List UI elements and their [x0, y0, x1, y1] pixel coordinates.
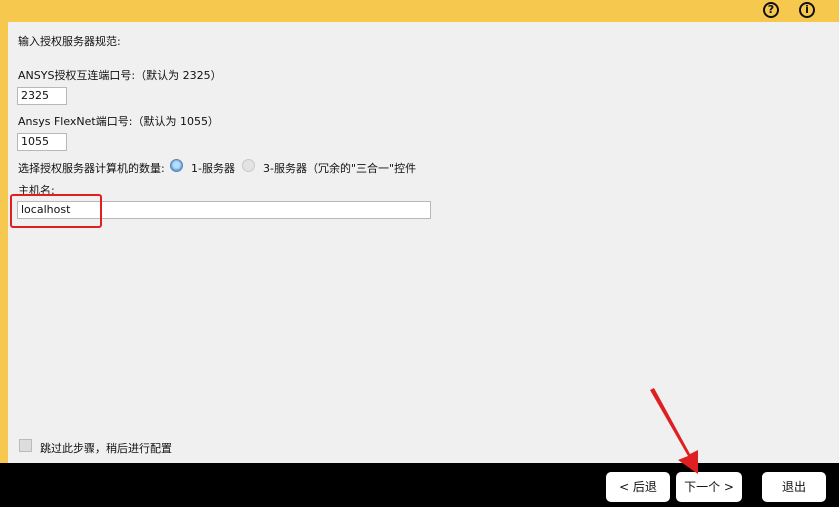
- ansys-port-label: ANSYS授权互连端口号:（默认为 2325）: [18, 69, 222, 82]
- hostname-highlight-box: [10, 194, 102, 228]
- ansys-port-input[interactable]: 2325: [17, 87, 67, 105]
- flexnet-port-label: Ansys FlexNet端口号:（默认为 1055）: [18, 115, 219, 128]
- exit-button[interactable]: 退出: [762, 472, 826, 502]
- back-button[interactable]: < 后退: [606, 472, 670, 502]
- red-arrow-annotation: [650, 388, 698, 474]
- server-count-label: 选择授权服务器计算机的数量:: [18, 162, 165, 175]
- skip-checkbox[interactable]: [19, 439, 32, 452]
- info-icon[interactable]: i: [799, 2, 815, 18]
- next-button[interactable]: 下一个 >: [676, 472, 742, 502]
- top-banner: ? i: [0, 0, 839, 22]
- flexnet-port-input[interactable]: 1055: [17, 133, 67, 151]
- radio-3-server[interactable]: [242, 159, 255, 172]
- radio-1-server-label[interactable]: 1-服务器: [191, 160, 235, 176]
- help-icon[interactable]: ?: [763, 2, 779, 18]
- wizard-content: [8, 22, 839, 463]
- left-accent-bar: [0, 22, 8, 463]
- skip-label[interactable]: 跳过此步骤，稍后进行配置: [40, 440, 172, 456]
- intro-label: 输入授权服务器规范:: [18, 35, 121, 48]
- radio-1-server[interactable]: [170, 159, 183, 172]
- radio-3-server-label[interactable]: 3-服务器（冗余的"三合一"控件: [263, 160, 416, 176]
